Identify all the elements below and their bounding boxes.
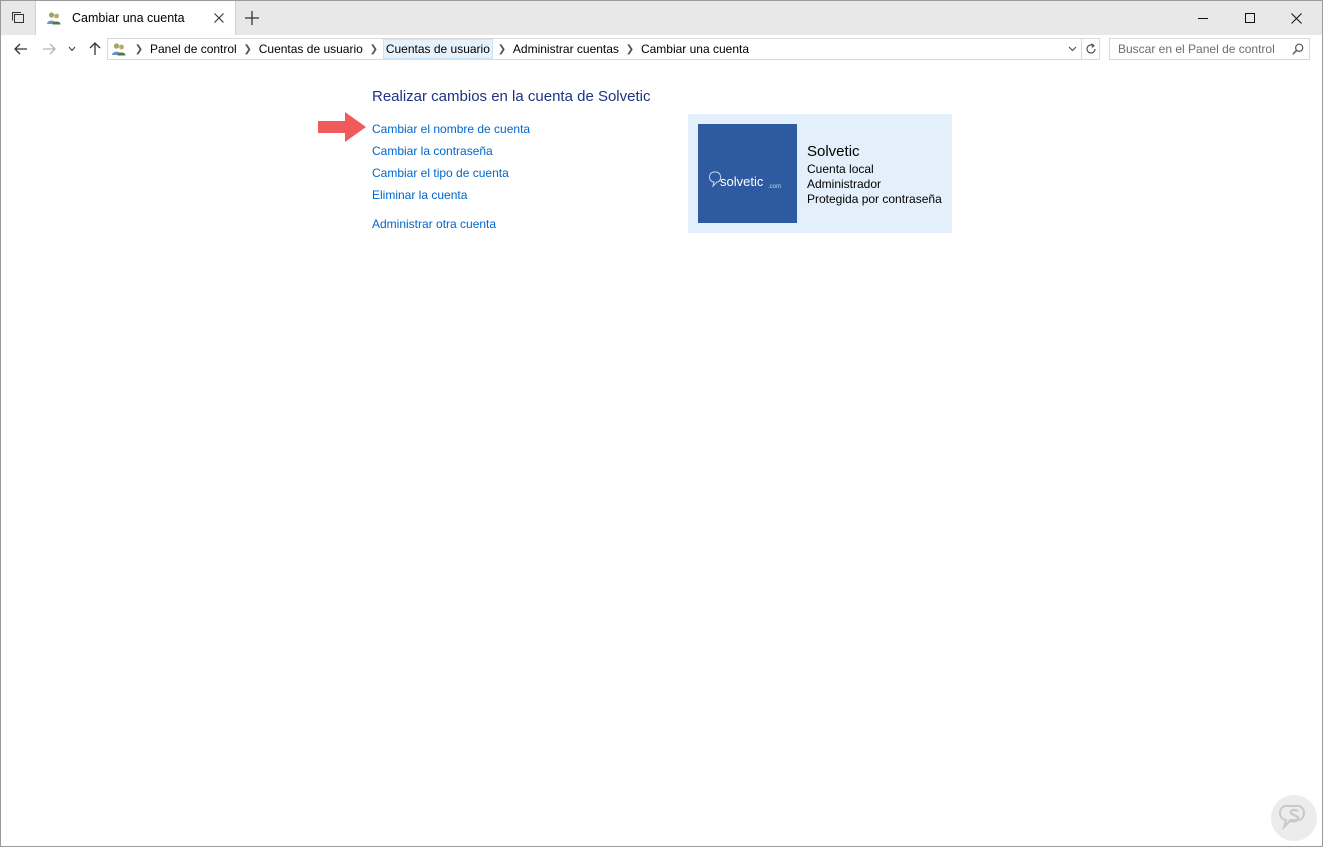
arrow-up-icon: [89, 42, 101, 55]
chevron-right-icon[interactable]: ❯: [365, 44, 383, 55]
maximize-button[interactable]: [1227, 1, 1273, 35]
close-window-button[interactable]: [1273, 1, 1319, 35]
title-bar: Cambiar una cuenta: [1, 1, 1322, 35]
content-area: Realizar cambios en la cuenta de Solveti…: [1, 63, 1322, 846]
minimize-icon: [1198, 18, 1208, 19]
refresh-icon: [1085, 43, 1096, 54]
close-icon: [214, 13, 224, 23]
explorer-window: Cambiar una cuenta ❯ Panel de control ❯ …: [0, 0, 1323, 847]
account-type: Cuenta local: [807, 162, 874, 176]
change-account-name-link[interactable]: Cambiar el nombre de cuenta: [372, 122, 530, 136]
arrow-right-icon: [43, 43, 56, 55]
back-button[interactable]: [11, 39, 31, 59]
solvetic-logo: solvetic .com: [709, 171, 781, 190]
tab-close-button[interactable]: [210, 9, 228, 27]
breadcrumb-cuentas-de-usuario[interactable]: Cuentas de usuario: [257, 39, 365, 59]
account-protection: Protegida por contraseña: [807, 192, 942, 206]
forward-button[interactable]: [39, 39, 59, 59]
chevron-right-icon[interactable]: ❯: [621, 44, 639, 55]
page-title: Realizar cambios en la cuenta de Solveti…: [372, 88, 651, 105]
recent-locations-button[interactable]: [64, 39, 80, 59]
solvetic-watermark-logo: [1271, 795, 1317, 841]
maximize-icon: [1245, 13, 1255, 23]
new-tab-button[interactable]: [241, 7, 263, 29]
search-box: [1109, 38, 1310, 60]
chevron-down-icon: [68, 46, 76, 52]
account-role: Administrador: [807, 177, 882, 191]
red-arrow-annotation: [318, 112, 366, 142]
refresh-button[interactable]: [1081, 39, 1099, 59]
account-name: Solvetic: [807, 143, 860, 160]
chevron-right-icon[interactable]: ❯: [130, 44, 148, 55]
breadcrumb-cambiar-una-cuenta[interactable]: Cambiar una cuenta: [639, 39, 751, 59]
breadcrumb: ❯ Panel de control ❯ Cuentas de usuario …: [130, 39, 751, 59]
search-input[interactable]: [1110, 39, 1288, 59]
account-card: solvetic .com Solvetic Cuenta local Admi…: [688, 114, 952, 233]
breadcrumb-panel-de-control[interactable]: Panel de control: [148, 39, 239, 59]
tab-cambiar-una-cuenta[interactable]: Cambiar una cuenta: [35, 1, 236, 35]
chevron-right-icon[interactable]: ❯: [239, 44, 257, 55]
minimize-button[interactable]: [1180, 1, 1226, 35]
change-account-type-link[interactable]: Cambiar el tipo de cuenta: [372, 166, 509, 180]
navigation-bar: ❯ Panel de control ❯ Cuentas de usuario …: [1, 35, 1322, 63]
user-accounts-icon: [112, 43, 126, 56]
plus-icon: [245, 11, 259, 25]
account-picture: solvetic .com: [698, 124, 797, 223]
address-history-button[interactable]: [1065, 40, 1079, 58]
manage-other-account-link[interactable]: Administrar otra cuenta: [372, 217, 496, 231]
close-icon: [1290, 12, 1302, 24]
breadcrumb-cuentas-de-usuario-2[interactable]: Cuentas de usuario: [382, 39, 493, 59]
chevron-right-icon[interactable]: ❯: [493, 44, 511, 55]
change-password-link[interactable]: Cambiar la contraseña: [372, 144, 493, 158]
svg-text:solvetic: solvetic: [720, 174, 764, 189]
breadcrumb-administrar-cuentas[interactable]: Administrar cuentas: [511, 39, 621, 59]
address-bar[interactable]: ❯ Panel de control ❯ Cuentas de usuario …: [107, 38, 1100, 60]
up-button[interactable]: [85, 39, 105, 59]
chevron-down-icon: [1068, 46, 1076, 52]
search-icon[interactable]: [1290, 41, 1306, 57]
tabs-menu-button[interactable]: [1, 1, 35, 35]
tab-title: Cambiar una cuenta: [72, 11, 185, 25]
arrow-left-icon: [14, 43, 27, 55]
delete-account-link[interactable]: Eliminar la cuenta: [372, 188, 467, 202]
user-accounts-icon: [47, 12, 61, 25]
tabs-menu-icon: [12, 12, 24, 23]
svg-text:.com: .com: [768, 184, 781, 190]
